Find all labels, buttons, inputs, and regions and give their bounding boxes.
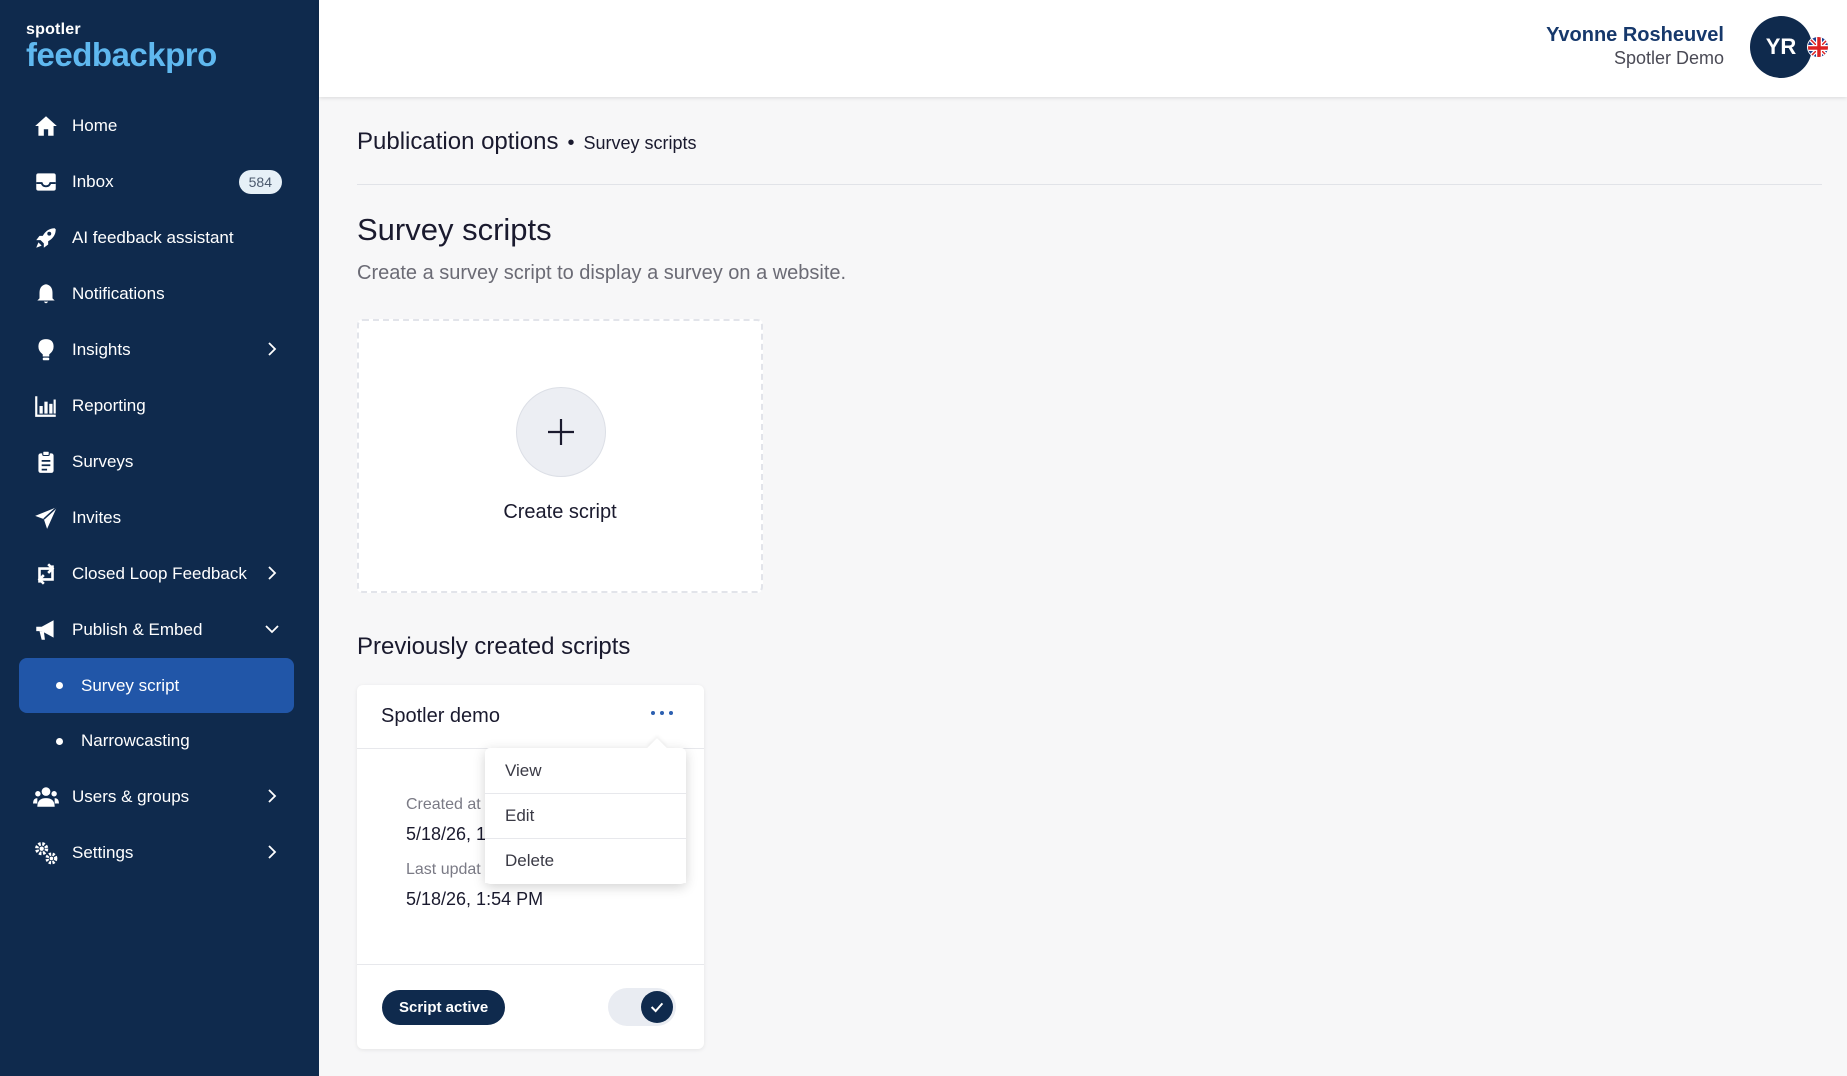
sidebar-item-closed-loop-feedback[interactable]: Closed Loop Feedback bbox=[0, 546, 319, 602]
sidebar-item-label: AI feedback assistant bbox=[72, 228, 234, 247]
bell-icon bbox=[32, 280, 60, 308]
updated-value: 5/18/26, 1:54 PM bbox=[406, 889, 544, 909]
sidebar-nav: Home Inbox 584 AI feedback assistant Not… bbox=[0, 98, 319, 881]
sidebar-item-home[interactable]: Home bbox=[0, 98, 319, 154]
created-value: 5/18/26, 1 bbox=[406, 824, 487, 844]
sidebar-item-label: Reporting bbox=[72, 396, 146, 415]
chevron-right-icon bbox=[268, 566, 277, 580]
sidebar-subitem-survey-script[interactable]: Survey script bbox=[19, 658, 294, 713]
sidebar-item-ai-feedback-assistant[interactable]: AI feedback assistant bbox=[0, 210, 319, 266]
chevron-right-icon bbox=[268, 789, 277, 803]
divider bbox=[357, 964, 704, 965]
rocket-icon bbox=[32, 224, 60, 252]
clipboard-icon bbox=[32, 448, 60, 476]
menu-item-delete[interactable]: Delete bbox=[485, 838, 686, 883]
sidebar-item-label: Users & groups bbox=[72, 787, 190, 806]
chevron-right-icon bbox=[268, 845, 277, 859]
sidebar-item-label: Surveys bbox=[72, 452, 134, 471]
user-organization: Spotler Demo bbox=[1613, 48, 1724, 68]
brand-logo[interactable]: spotler feedbackpro bbox=[26, 22, 217, 72]
chevron-down-icon bbox=[265, 625, 279, 634]
menu-item-edit[interactable]: Edit bbox=[485, 793, 686, 838]
uk-flag-icon[interactable] bbox=[1807, 36, 1829, 58]
breadcrumb-separator: • bbox=[567, 132, 575, 154]
sidebar-item-label: Home bbox=[72, 116, 118, 135]
created-label: Created at bbox=[406, 796, 481, 813]
sidebar-item-label: Notifications bbox=[72, 284, 165, 303]
sidebar-subitem-label: Narrowcasting bbox=[81, 731, 190, 750]
sidebar-item-inbox[interactable]: Inbox 584 bbox=[0, 154, 319, 210]
sidebar-item-insights[interactable]: Insights bbox=[0, 322, 319, 378]
sidebar-item-users-groups[interactable]: Users & groups bbox=[0, 769, 319, 825]
breadcrumb-parent[interactable]: Publication options bbox=[357, 128, 558, 156]
inbox-count-badge: 584 bbox=[238, 170, 282, 194]
loop-icon bbox=[32, 560, 60, 588]
sidebar-item-label: Publish & Embed bbox=[72, 620, 203, 639]
create-script-label: Create script bbox=[503, 501, 617, 523]
divider bbox=[357, 184, 1822, 185]
inbox-icon bbox=[32, 168, 60, 196]
sidebar-item-reporting[interactable]: Reporting bbox=[0, 378, 319, 434]
home-icon bbox=[32, 112, 60, 140]
gears-icon bbox=[32, 839, 60, 867]
sidebar-item-settings[interactable]: Settings bbox=[0, 825, 319, 881]
megaphone-icon bbox=[32, 616, 60, 644]
check-icon bbox=[641, 991, 673, 1023]
create-script-card[interactable]: Create script bbox=[357, 319, 763, 593]
sidebar-item-notifications[interactable]: Notifications bbox=[0, 266, 319, 322]
lightbulb-icon bbox=[32, 336, 60, 364]
sidebar-item-label: Invites bbox=[72, 508, 122, 527]
breadcrumb-current: Survey scripts bbox=[583, 133, 697, 153]
sidebar-item-surveys[interactable]: Surveys bbox=[0, 434, 319, 490]
sidebar-item-label: Inbox bbox=[72, 172, 114, 191]
bullet-icon bbox=[56, 737, 63, 745]
menu-item-view[interactable]: View bbox=[485, 748, 686, 793]
avatar[interactable]: YR bbox=[1750, 16, 1812, 78]
sidebar: spotler feedbackpro Home Inbox 584 AI fe… bbox=[0, 0, 319, 1076]
sidebar-subitem-label: Survey script bbox=[81, 675, 180, 695]
sidebar-item-invites[interactable]: Invites bbox=[0, 490, 319, 546]
updated-label: Last updat bbox=[406, 861, 481, 878]
bullet-icon bbox=[56, 682, 63, 689]
top-bar: Yvonne Rosheuvel Spotler Demo YR bbox=[319, 0, 1847, 97]
chevron-right-icon bbox=[268, 342, 277, 356]
status-badge: Script active bbox=[382, 990, 506, 1025]
page-title: Survey scripts bbox=[357, 212, 552, 247]
sidebar-item-publish-embed[interactable]: Publish & Embed bbox=[0, 602, 319, 658]
user-name[interactable]: Yvonne Rosheuvel bbox=[1546, 24, 1724, 47]
breadcrumb: Publication options • Survey scripts bbox=[357, 128, 697, 156]
users-icon bbox=[32, 783, 60, 811]
script-options-menu: View Edit Delete bbox=[485, 748, 686, 884]
sidebar-item-label: Insights bbox=[72, 340, 131, 359]
sidebar-item-label: Settings bbox=[72, 843, 134, 862]
bar-chart-icon bbox=[32, 392, 60, 420]
script-name: Spotler demo bbox=[381, 705, 500, 727]
section-title: Previously created scripts bbox=[357, 633, 631, 660]
paper-plane-icon bbox=[32, 504, 60, 532]
plus-icon[interactable] bbox=[516, 387, 606, 477]
page-subtitle: Create a survey script to display a surv… bbox=[357, 262, 847, 284]
brand-name: feedbackpro bbox=[26, 36, 217, 73]
sidebar-subitem-narrowcasting[interactable]: Narrowcasting bbox=[0, 713, 319, 769]
sidebar-item-label: Closed Loop Feedback bbox=[72, 564, 247, 583]
script-active-toggle[interactable] bbox=[608, 988, 676, 1026]
more-options-icon[interactable] bbox=[647, 701, 677, 725]
